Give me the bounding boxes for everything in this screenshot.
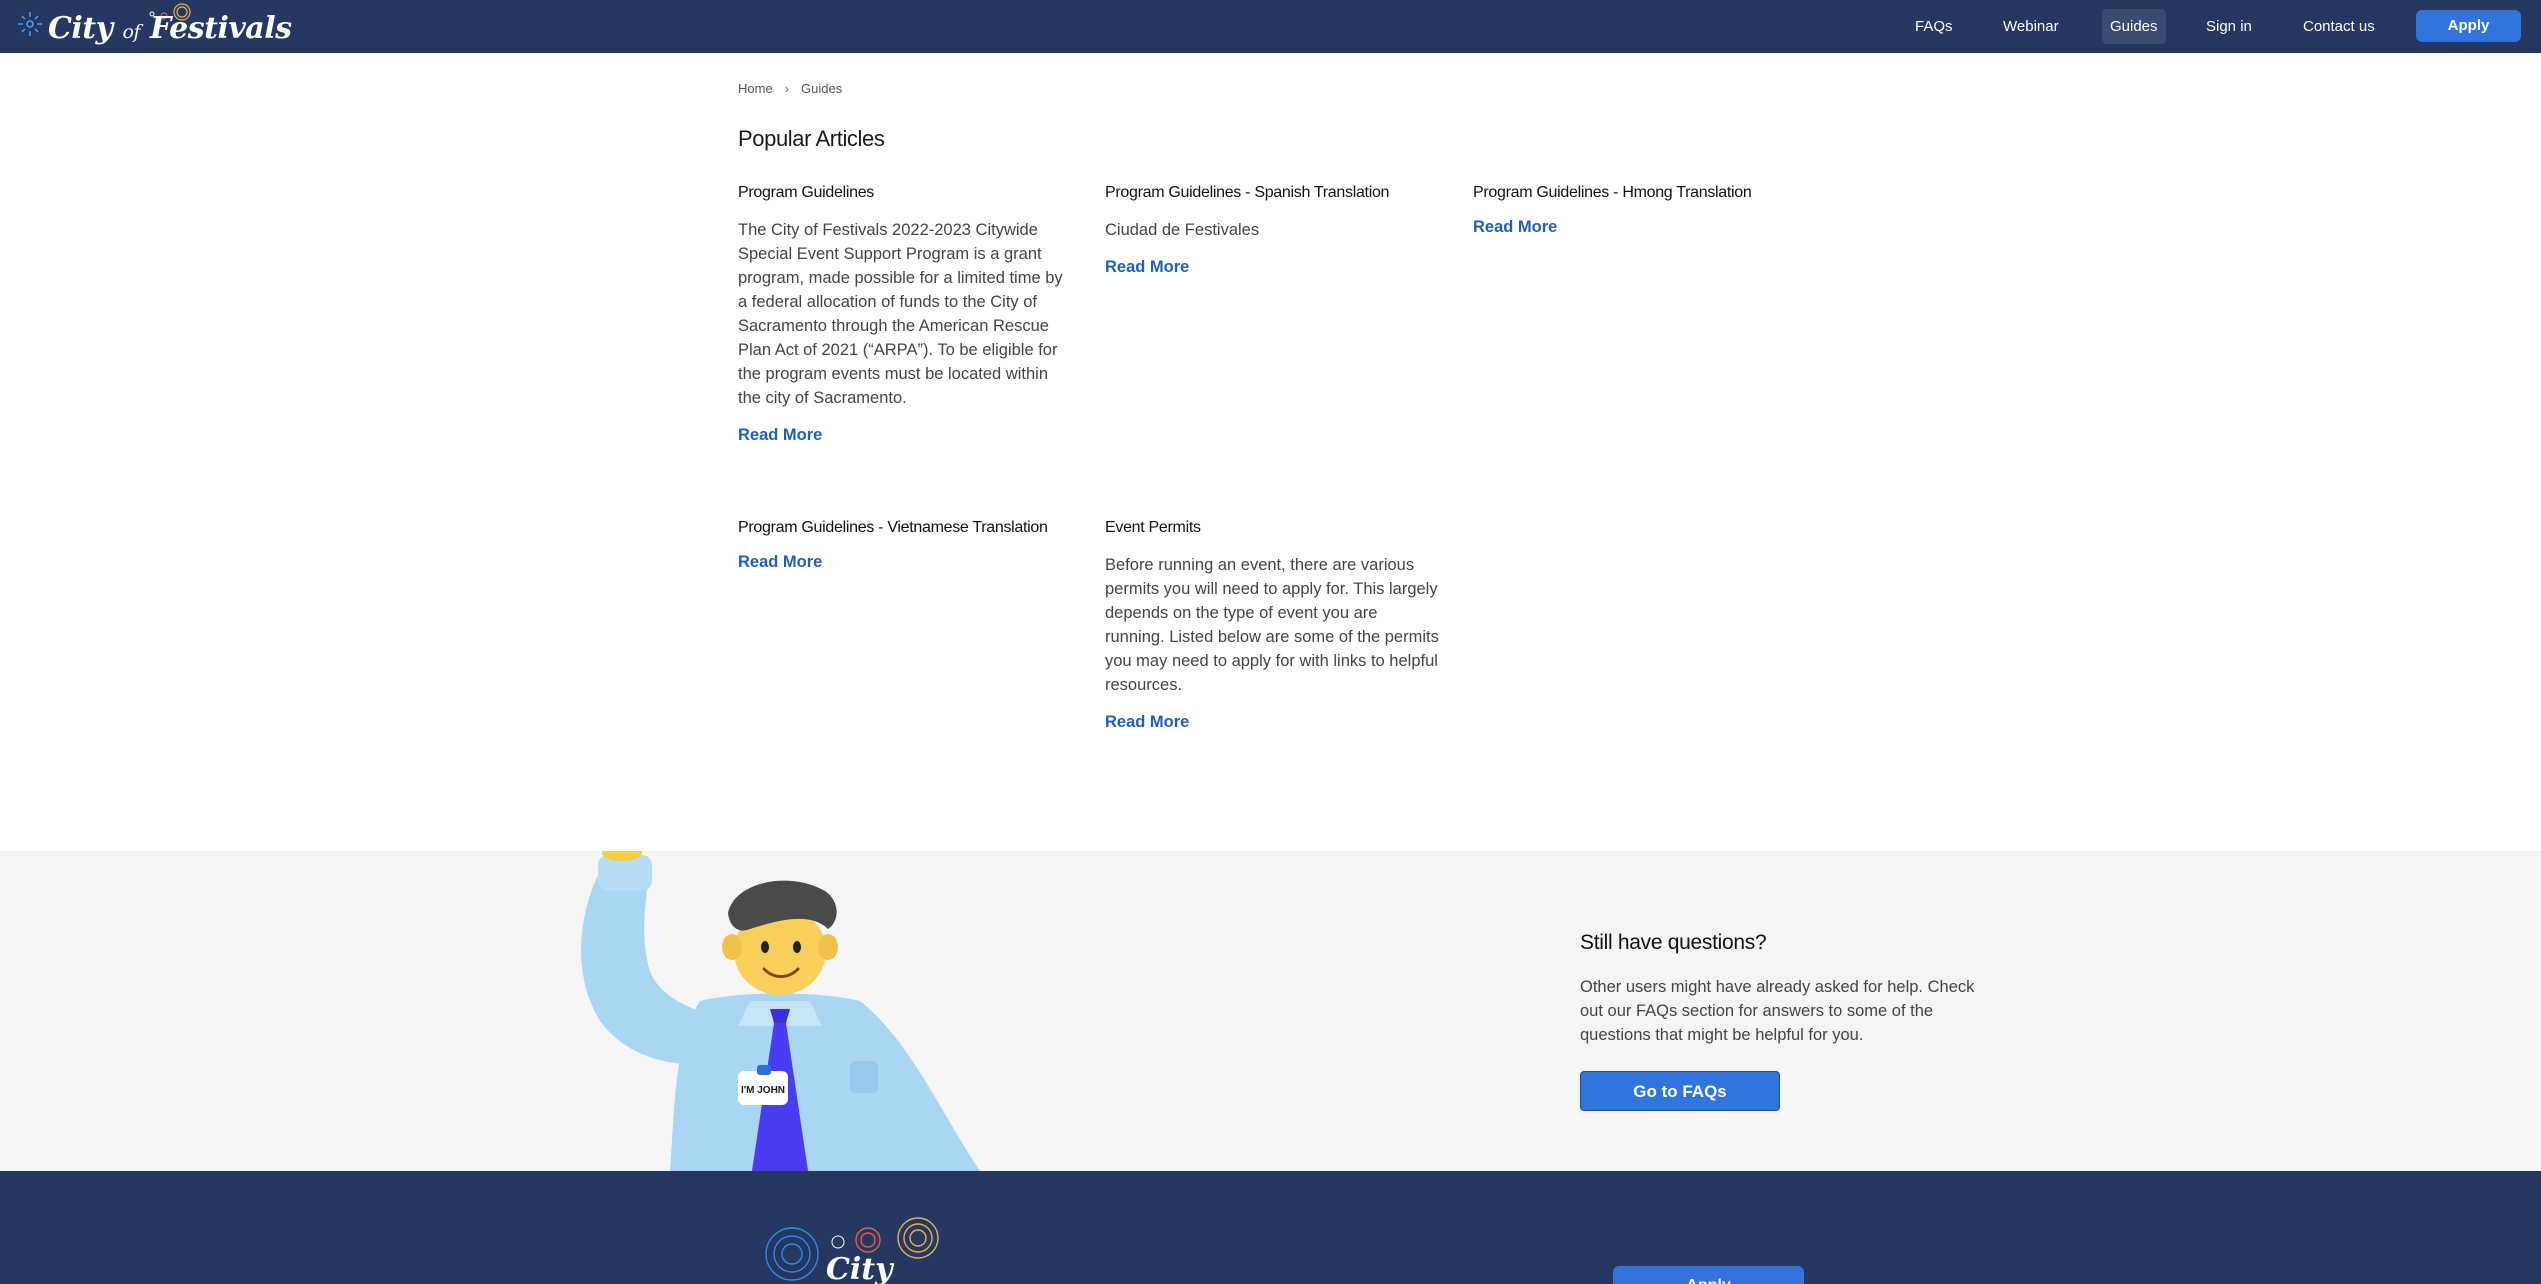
nav-guides[interactable]: Guides: [2102, 9, 2166, 44]
read-more-link[interactable]: Read More: [1105, 258, 1441, 277]
badge-text: I'M JOHN: [741, 1085, 785, 1096]
nav-webinar[interactable]: Webinar: [1995, 9, 2067, 44]
article-card: Program Guidelines The City of Festivals…: [738, 184, 1074, 445]
article-title: Program Guidelines - Vietnamese Translat…: [738, 519, 1048, 536]
apply-button[interactable]: Apply: [2416, 10, 2521, 42]
article-description: Ciudad de Festivales: [1105, 221, 1260, 239]
article-card: Program Guidelines - Hmong Translation R…: [1473, 184, 1809, 237]
page-title: Popular Articles: [738, 126, 885, 151]
article-title: Program Guidelines - Hmong Translation: [1473, 184, 1752, 201]
nav-sign-in[interactable]: Sign in: [2198, 9, 2260, 44]
article-title: Event Permits: [1105, 519, 1201, 536]
help-section: I'M JOHN Still have questions? Other use…: [0, 851, 2541, 1171]
breadcrumb: Home › Guides: [738, 81, 842, 96]
footer: City Apply: [0, 1171, 2541, 1284]
help-text: Other users might have already asked for…: [1580, 978, 1975, 1044]
article-description: The City of Festivals 2022-2023 Citywide…: [738, 221, 1063, 407]
site-logo[interactable]: City of Festivals: [14, 2, 292, 52]
chevron-right-icon: ›: [784, 81, 790, 96]
help-title: Still have questions?: [1580, 931, 1767, 954]
article-card: Program Guidelines - Spanish Translation…: [1105, 184, 1441, 277]
read-more-link[interactable]: Read More: [1105, 713, 1441, 732]
article-title: Program Guidelines: [738, 184, 874, 201]
article-description: Before running an event, there are vario…: [1105, 556, 1439, 694]
go-to-faqs-button[interactable]: Go to FAQs: [1580, 1071, 1780, 1111]
article-title: Program Guidelines - Spanish Translation: [1105, 184, 1390, 201]
footer-apply-button[interactable]: Apply: [1613, 1266, 1804, 1284]
article-card: Program Guidelines - Vietnamese Translat…: [738, 519, 1074, 572]
nav-faqs[interactable]: FAQs: [1907, 9, 1961, 44]
article-card: Event Permits Before running an event, t…: [1105, 519, 1441, 732]
read-more-link[interactable]: Read More: [738, 553, 1074, 572]
top-navbar: City of Festivals FAQs Webinar Guides Si…: [0, 0, 2541, 53]
read-more-link[interactable]: Read More: [1473, 218, 1809, 237]
nav-contact-us[interactable]: Contact us: [2295, 9, 2383, 44]
footer-logo-text[interactable]: City: [826, 1252, 893, 1284]
mascot-illustration: I'M JOHN: [581, 851, 980, 1171]
breadcrumb-current: Guides: [801, 81, 843, 96]
breadcrumb-home[interactable]: Home: [738, 81, 773, 96]
logo-text: City of Festivals: [48, 11, 292, 46]
read-more-link[interactable]: Read More: [738, 426, 1074, 445]
